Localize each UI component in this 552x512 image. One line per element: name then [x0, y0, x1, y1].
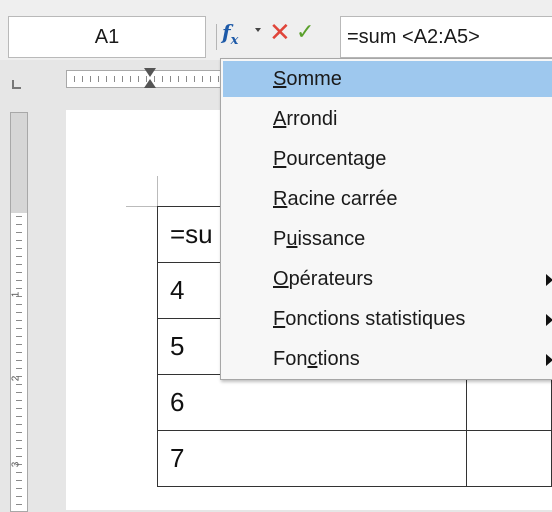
menu-item-label: rrondi — [286, 108, 338, 130]
ruler-margin — [11, 113, 27, 213]
menu-item-racine-carree[interactable]: Racine carrée — [223, 181, 552, 217]
menu-item-fonctions[interactable]: Fonctions — [223, 341, 552, 377]
cancel-icon[interactable]: ✕ — [269, 17, 291, 47]
table-cell[interactable] — [466, 374, 552, 431]
crop-mark — [126, 206, 158, 207]
menu-item-puissance[interactable]: Puissance — [223, 221, 552, 257]
ruler-label: 2 — [10, 375, 22, 382]
left-indent-icon[interactable] — [144, 79, 156, 88]
menu-item-label: pérateurs — [288, 268, 374, 290]
menu-item-accelerator: S — [273, 68, 287, 90]
menu-item-accelerator: O — [273, 268, 289, 290]
menu-item-prefix: P — [273, 228, 287, 250]
menu-item-label: tions — [317, 348, 360, 370]
menu-item-prefix: Fon — [273, 348, 308, 370]
formula-bar: A1 fx ✕ ✓ =sum <A2:A5> — [0, 0, 552, 60]
menu-item-label: ourcentage — [286, 148, 387, 170]
first-line-indent-icon[interactable] — [144, 68, 156, 77]
table-cell[interactable]: 7 — [156, 430, 468, 487]
crop-mark — [157, 176, 158, 206]
table-cell[interactable] — [466, 430, 552, 487]
menu-item-accelerator: F — [273, 308, 286, 330]
menu-item-accelerator: u — [286, 228, 298, 250]
fx-label: f — [222, 20, 231, 44]
vertical-ruler[interactable]: 1 2 3 — [10, 112, 28, 512]
menu-item-operateurs[interactable]: Opérateurs — [223, 261, 552, 297]
separator — [216, 24, 217, 50]
name-box[interactable]: A1 — [8, 16, 206, 58]
ruler-label: 1 — [10, 291, 22, 298]
menu-item-label: issance — [297, 228, 366, 250]
menu-item-fonctions-statistiques[interactable]: Fonctions statistiques — [223, 301, 552, 337]
menu-item-label: onctions statistiques — [285, 308, 466, 330]
formula-input[interactable]: =sum <A2:A5> — [340, 16, 552, 58]
table-row: 7 — [156, 430, 552, 487]
fx-sub: x — [230, 33, 239, 48]
chevron-down-icon[interactable] — [255, 28, 261, 32]
table-row: 6 — [156, 374, 552, 431]
menu-item-accelerator: c — [307, 348, 318, 370]
formula-menu: Somme Arrondi Pourcentage Racine carrée … — [220, 58, 552, 380]
menu-item-accelerator: P — [273, 148, 287, 170]
accept-icon[interactable]: ✓ — [296, 17, 314, 47]
menu-item-somme[interactable]: Somme — [223, 61, 552, 97]
menu-item-label: omme — [286, 68, 342, 90]
menu-item-arrondi[interactable]: Arrondi — [223, 101, 552, 137]
submenu-arrow-icon — [546, 354, 552, 366]
tab-stop-icon[interactable] — [12, 80, 21, 89]
function-wizard-icon[interactable]: fx — [222, 20, 238, 48]
menu-item-accelerator: A — [273, 108, 287, 130]
menu-item-accelerator: R — [273, 188, 288, 210]
submenu-arrow-icon — [546, 314, 552, 326]
menu-item-pourcentage[interactable]: Pourcentage — [223, 141, 552, 177]
menu-item-label: acine carrée — [287, 188, 398, 210]
ruler-label: 3 — [10, 461, 22, 468]
table-cell[interactable]: 6 — [156, 374, 468, 431]
submenu-arrow-icon — [546, 274, 552, 286]
